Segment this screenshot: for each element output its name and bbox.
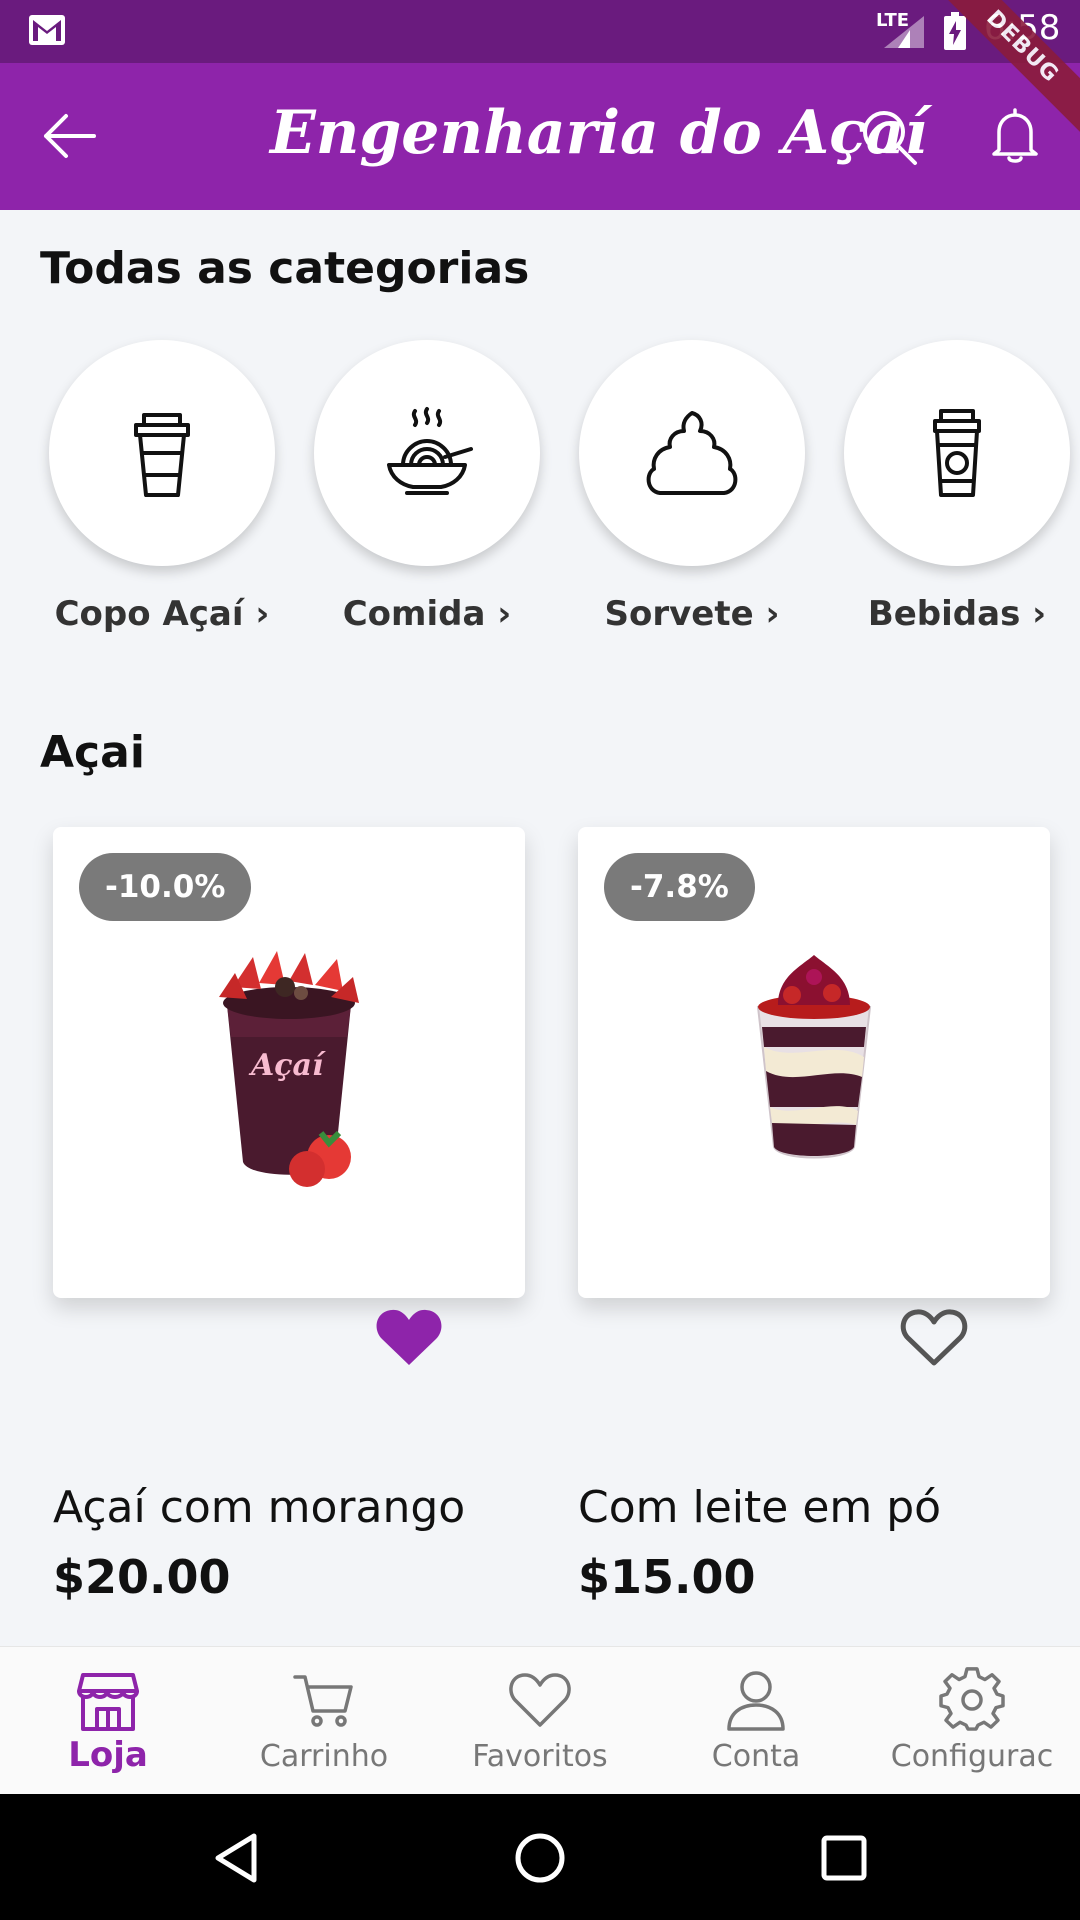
acai-strawberry-cup-image: Açaí — [219, 951, 359, 1187]
cup-icon — [134, 413, 190, 497]
nav-item-loja[interactable]: Loja — [0, 1647, 216, 1795]
categories-heading: Todas as categorias — [40, 243, 530, 294]
home-circle-icon[interactable] — [512, 1830, 568, 1886]
category-bebidas[interactable]: Bebidas › — [844, 340, 1070, 634]
drink-icon — [933, 409, 981, 497]
category-label: Bebidas › — [867, 594, 1047, 634]
category-sorvete[interactable]: Sorvete › — [579, 340, 805, 634]
nav-item-configuracoes[interactable]: Configurac — [864, 1647, 1080, 1795]
products-heading: Açai — [40, 727, 145, 778]
category-label: Comida › — [342, 594, 512, 634]
system-navigation-bar — [0, 1794, 1080, 1920]
gear-icon — [939, 1667, 1005, 1731]
nav-label: Carrinho — [259, 1739, 389, 1774]
favorite-outline-heart-icon[interactable] — [899, 1305, 969, 1369]
category-label: Sorvete › — [604, 594, 780, 634]
signal-icon — [884, 16, 924, 48]
discount-badge: -7.8% — [604, 853, 755, 921]
product-card-leite-em-po[interactable]: -7.8% — [578, 827, 1050, 1298]
bowl-icon — [387, 407, 473, 495]
category-label: Copo Açaí › — [54, 594, 270, 634]
status-bar: LTE 6:58 — [0, 0, 1080, 63]
notification-bell-icon[interactable] — [988, 106, 1042, 164]
back-arrow-icon[interactable] — [42, 111, 98, 161]
search-icon[interactable] — [860, 108, 918, 166]
nav-label: Loja — [68, 1735, 148, 1775]
nav-label: Configurac — [890, 1739, 1054, 1774]
cart-icon — [293, 1675, 353, 1727]
category-comida[interactable]: Comida › — [314, 340, 540, 634]
gmail-icon — [29, 15, 65, 45]
nav-item-favoritos[interactable]: Favoritos — [432, 1647, 648, 1795]
category-copo-acai[interactable]: Copo Açaí › — [49, 340, 275, 634]
ice-cream-icon — [646, 411, 738, 495]
nav-label: Conta — [711, 1739, 801, 1774]
product-card-acai-morango[interactable]: -10.0% Açaí — [53, 827, 525, 1298]
product-price: $20.00 — [53, 1550, 231, 1604]
battery-charging-icon — [944, 12, 966, 50]
account-icon — [727, 1671, 785, 1731]
product-name: Açaí com morango — [53, 1482, 466, 1533]
product-name: Com leite em pó — [578, 1482, 942, 1533]
nav-item-carrinho[interactable]: Carrinho — [216, 1647, 432, 1795]
back-triangle-icon[interactable] — [208, 1830, 264, 1886]
app-title: Engenharia do Açaí — [270, 98, 928, 168]
product-price: $15.00 — [578, 1550, 756, 1604]
store-icon — [77, 1673, 139, 1731]
nav-item-conta[interactable]: Conta — [648, 1647, 864, 1795]
favorite-heart-icon[interactable] — [374, 1305, 444, 1369]
app-bar: Engenharia do Açaí — [0, 63, 1080, 210]
heart-icon — [509, 1673, 571, 1727]
bottom-navigation: Loja Carrinho Favoritos Conta Configurac — [0, 1646, 1080, 1794]
nav-label: Favoritos — [472, 1739, 608, 1774]
recents-square-icon[interactable] — [816, 1830, 872, 1886]
acai-cream-cup-image — [756, 955, 872, 1159]
svg-text:Açaí: Açaí — [248, 1048, 326, 1083]
discount-badge: -10.0% — [79, 853, 252, 921]
